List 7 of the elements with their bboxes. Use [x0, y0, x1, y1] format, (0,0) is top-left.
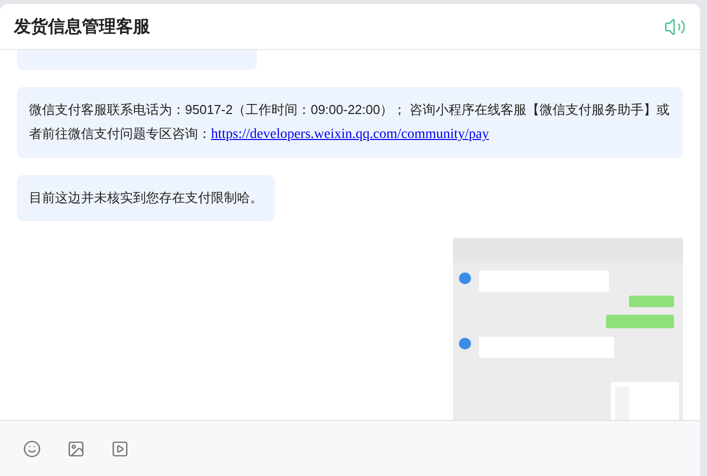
emoji-icon[interactable]	[23, 440, 41, 458]
message-text: 微信支付客服联系电话为：95017-2（工作时间：09:00-22:00）； 咨询小程序在线客服【微信支付服务助手】或者前往微信支付问题专区咨询：https://developers.weixin.qq.com/community/pay	[29, 101, 671, 144]
link[interactable]: https://developers.weixin.qq.com/community/pay	[211, 127, 490, 142]
image-icon[interactable]	[67, 440, 85, 458]
video-icon[interactable]	[111, 440, 129, 458]
message-text: 目前这边并未核实到您存在支付限制哈。	[29, 189, 263, 207]
chat-title: 发货信息管理客服	[14, 16, 150, 38]
